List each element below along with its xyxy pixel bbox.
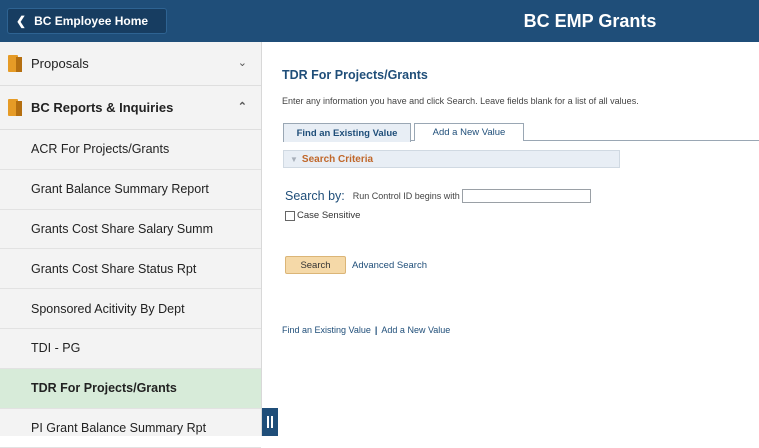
sidebar-item-tdr[interactable]: TDR For Projects/Grants	[0, 368, 261, 409]
sidebar-group-label: BC Reports & Inquiries	[31, 100, 174, 115]
sidebar-group-proposals[interactable]: Proposals ⌄	[0, 42, 261, 86]
sidebar-item-sponsored-activity[interactable]: Sponsored Acitivity By Dept	[0, 289, 261, 329]
tab-bar: Find an Existing Value Add a New Value	[283, 123, 759, 142]
collapse-triangle-icon: ▼	[290, 154, 298, 164]
sidebar-item-cost-share-status[interactable]: Grants Cost Share Status Rpt	[0, 249, 261, 290]
employee-home-button[interactable]: ❮ BC Employee Home	[7, 8, 167, 34]
app-title: BC EMP Grants	[523, 10, 657, 31]
run-control-id-input[interactable]	[461, 189, 591, 203]
folder-icon	[8, 99, 22, 116]
sidebar-item-tdi-pg[interactable]: TDI - PG	[0, 329, 261, 369]
sidebar-item-label: ACR For Projects/Grants	[31, 142, 170, 157]
sidebar-item-cost-share-salary[interactable]: Grants Cost Share Salary Summ	[0, 210, 261, 250]
sidebar-item-label: Grants Cost Share Status Rpt	[31, 261, 197, 276]
case-sensitive-checkbox[interactable]	[285, 210, 295, 221]
search-button[interactable]: Search	[285, 256, 346, 274]
search-row: Search by: Run Control ID begins with	[285, 189, 591, 203]
sidebar: Proposals ⌄ BC Reports & Inquiries ⌃ ACR…	[0, 42, 262, 448]
chevron-down-icon: ⌄	[237, 57, 247, 69]
search-criteria-label: Search Criteria	[301, 153, 374, 165]
instructions-text: Enter any information you have and click…	[282, 96, 639, 106]
sidebar-group-bc-reports[interactable]: BC Reports & Inquiries ⌃	[0, 86, 261, 130]
tab-add-new[interactable]: Add a New Value	[414, 123, 524, 141]
collapse-sidebar-button[interactable]	[262, 408, 278, 436]
main-content: TDR For Projects/Grants Enter any inform…	[280, 42, 759, 436]
sidebar-item-acr[interactable]: ACR For Projects/Grants	[0, 130, 261, 170]
bottom-links: Find an Existing Value | Add a New Value	[282, 325, 450, 335]
sidebar-item-pi-grant-balance[interactable]: PI Grant Balance Summary Rpt	[0, 409, 261, 448]
find-existing-value-link[interactable]: Find an Existing Value	[282, 325, 371, 335]
run-control-label: Run Control ID begins with	[352, 191, 460, 201]
case-sensitive-label: Case Sensitive	[297, 210, 361, 221]
sidebar-item-label: Sponsored Acitivity By Dept	[31, 301, 185, 316]
folder-icon	[8, 55, 22, 72]
sidebar-group-label: Proposals	[31, 56, 89, 71]
home-button-label: BC Employee Home	[34, 14, 149, 28]
search-by-label: Search by:	[285, 189, 345, 203]
sidebar-item-label: TDR For Projects/Grants	[31, 381, 177, 396]
app-header: ❮ BC Employee Home BC EMP Grants	[0, 0, 759, 42]
link-separator: |	[374, 325, 378, 335]
pause-bars-icon	[267, 416, 269, 428]
sidebar-item-label: Grants Cost Share Salary Summ	[31, 221, 214, 236]
sidebar-item-label: Grant Balance Summary Report	[31, 182, 209, 197]
chevron-left-icon: ❮	[16, 14, 27, 28]
sidebar-item-grant-balance[interactable]: Grant Balance Summary Report	[0, 170, 261, 210]
search-criteria-header[interactable]: ▼ Search Criteria	[283, 150, 620, 168]
sidebar-item-label: TDI - PG	[31, 341, 81, 356]
tab-find-existing[interactable]: Find an Existing Value	[283, 123, 411, 142]
case-sensitive-row: Case Sensitive	[285, 210, 360, 221]
advanced-search-link[interactable]: Advanced Search	[352, 260, 427, 271]
sidebar-item-label: PI Grant Balance Summary Rpt	[31, 420, 207, 435]
chevron-up-icon: ⌃	[237, 101, 247, 113]
add-new-value-link[interactable]: Add a New Value	[381, 325, 450, 335]
page-title: TDR For Projects/Grants	[282, 68, 428, 82]
